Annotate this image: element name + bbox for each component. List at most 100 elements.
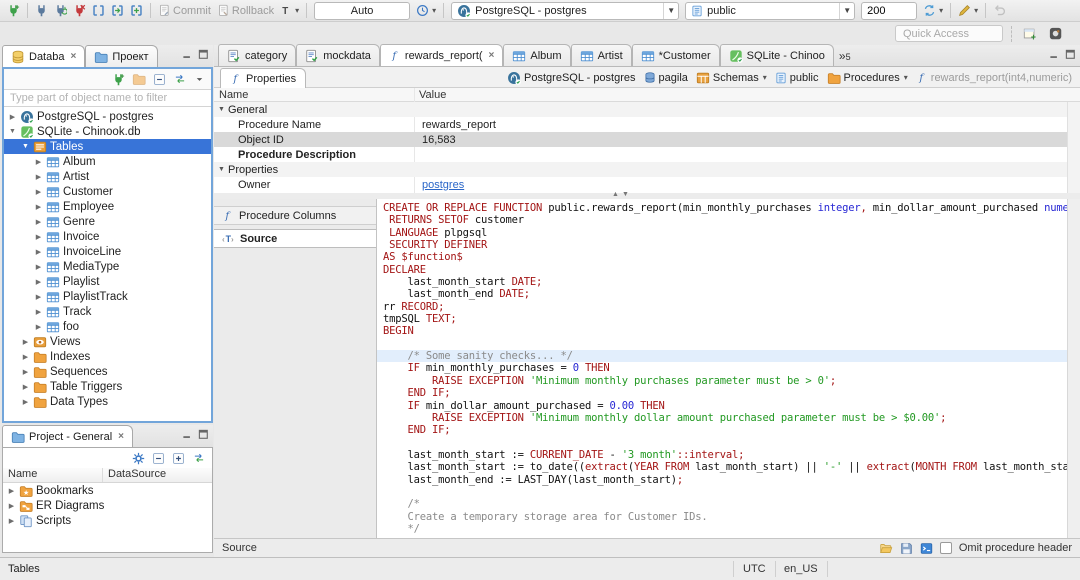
minimize-panel-icon[interactable]	[182, 49, 193, 60]
undo-button[interactable]	[990, 1, 1009, 20]
maximize-panel-icon[interactable]	[198, 429, 209, 440]
connect-button[interactable]	[32, 1, 51, 20]
tab-database-navigator[interactable]: Databa ×	[2, 45, 86, 67]
new-connection-button[interactable]: +	[4, 1, 23, 20]
project-collapse-all-icon[interactable]	[152, 452, 165, 465]
expand-arrow-icon[interactable]: ▶	[34, 263, 43, 271]
connection-dropdown-icon[interactable]: ▼	[663, 2, 678, 19]
source-code-viewer[interactable]: CREATE OR REPLACE FUNCTION public.reward…	[377, 199, 1067, 538]
tab-properties[interactable]: f Properties	[220, 68, 307, 88]
new-sql-editor-button[interactable]	[127, 1, 146, 20]
commit-mode-select[interactable]: Auto	[314, 1, 411, 20]
tree-item-indexes[interactable]: ▶ Indexes	[4, 349, 211, 364]
tree-item-table-triggers[interactable]: ▶ Table Triggers	[4, 379, 211, 394]
schema-dropdown-icon[interactable]: ▼	[839, 2, 854, 19]
new-project-folder-icon[interactable]	[132, 72, 146, 86]
tree-item-sequences[interactable]: ▶ Sequences	[4, 364, 211, 379]
tree-item-playlisttrack[interactable]: ▶ PlaylistTrack	[4, 289, 211, 304]
open-perspective-button[interactable]: +	[1020, 24, 1040, 43]
open-file-icon[interactable]	[879, 542, 893, 555]
omit-procedure-header-checkbox[interactable]	[939, 542, 952, 554]
expand-arrow-icon[interactable]: ▼	[8, 128, 17, 135]
code-scrollbar[interactable]	[1067, 199, 1080, 538]
column-header-datasource[interactable]: DataSource	[103, 468, 166, 482]
tree-item-invoice[interactable]: ▶ Invoice	[4, 229, 211, 244]
property-row-general[interactable]: ▼ General	[214, 102, 1080, 117]
tree-item-customer[interactable]: ▶ Customer	[4, 184, 211, 199]
sash-down-icon[interactable]: ▼	[622, 191, 629, 198]
expand-arrow-icon[interactable]: ▶	[7, 487, 16, 495]
breadcrumb-postgresql-postgres[interactable]: PostgreSQL - postgres	[507, 71, 636, 85]
expand-arrow-icon[interactable]: ▶	[34, 308, 43, 316]
collapse-all-icon[interactable]	[153, 73, 166, 86]
tab-projects[interactable]: Проект	[85, 45, 158, 67]
grid-scrollbar[interactable]	[1067, 102, 1080, 193]
tree-item-album[interactable]: ▶ Album	[4, 154, 211, 169]
expand-arrow-icon[interactable]: ▶	[21, 368, 30, 376]
invalidate-reconnect-button[interactable]	[51, 1, 70, 20]
sql-editor-button[interactable]	[89, 1, 108, 20]
expand-arrow-icon[interactable]: ▶	[34, 158, 43, 166]
subtab-procedure-columns[interactable]: f Procedure Columns	[214, 206, 376, 225]
console-icon[interactable]	[920, 542, 933, 555]
property-row-owner[interactable]: Owner postgres	[214, 177, 1080, 192]
tree-item-employee[interactable]: ▶ Employee	[4, 199, 211, 214]
expand-arrow-icon[interactable]: ▶	[21, 383, 30, 391]
grid-column-name[interactable]: Name	[219, 89, 248, 101]
maximize-panel-icon[interactable]	[198, 49, 209, 60]
editor-tab-artist[interactable]: Artist	[570, 44, 632, 66]
tree-item-tables[interactable]: ▼ Tables	[4, 139, 211, 154]
editor-tab-sqlite-chinoo[interactable]: SQLite - Chinoo	[719, 44, 834, 66]
expand-arrow-icon[interactable]: ▶	[34, 218, 43, 226]
minimize-panel-icon[interactable]	[182, 429, 193, 440]
expand-arrow-icon[interactable]: ▶	[34, 203, 43, 211]
timezone-indicator[interactable]: UTC	[733, 561, 776, 577]
project-item-er-diagrams[interactable]: ▶ ER Diagrams	[3, 498, 212, 513]
project-expand-all-icon[interactable]	[172, 452, 185, 465]
tree-item-invoiceline[interactable]: ▶ InvoiceLine	[4, 244, 211, 259]
property-row-procedure-name[interactable]: Procedure Name rewards_report	[214, 117, 1080, 132]
expand-arrow-icon[interactable]: ▶	[34, 173, 43, 181]
view-menu-icon[interactable]	[194, 74, 205, 85]
tab-project-general[interactable]: Project - General ×	[2, 425, 133, 447]
close-tab-icon[interactable]: ×	[70, 51, 76, 62]
property-row-object-id[interactable]: Object ID 16,583	[214, 132, 1080, 147]
expand-arrow-icon[interactable]: ▶	[34, 233, 43, 241]
expand-arrow-icon[interactable]: ▶	[21, 353, 30, 361]
expand-arrow-icon[interactable]: ▶	[34, 278, 43, 286]
close-tab-icon[interactable]: ×	[118, 431, 124, 442]
sql-console-button[interactable]	[108, 1, 127, 20]
project-settings-icon[interactable]	[132, 452, 145, 465]
expand-arrow-icon[interactable]: ▶	[34, 248, 43, 256]
expand-arrow-icon[interactable]: ▶	[21, 338, 30, 346]
commit-button[interactable]: Commit	[155, 1, 214, 20]
tree-item-artist[interactable]: ▶ Artist	[4, 169, 211, 184]
expand-arrow-icon[interactable]: ▼	[218, 166, 226, 173]
expand-arrow-icon[interactable]: ▶	[7, 502, 16, 510]
connection-select[interactable]: PostgreSQL - postgres ▼	[451, 1, 680, 20]
link-with-editor-icon[interactable]	[173, 73, 187, 85]
expand-arrow-icon[interactable]: ▶	[8, 113, 17, 121]
mock-data-button[interactable]: ▾	[955, 1, 981, 20]
tree-item-data-types[interactable]: ▶ Data Types	[4, 394, 211, 409]
expand-arrow-icon[interactable]: ▼	[218, 106, 226, 113]
property-row-properties[interactable]: ▼ Properties	[214, 162, 1080, 177]
transaction-history-button[interactable]: ▾	[413, 1, 439, 20]
tree-item-mediatype[interactable]: ▶ MediaType	[4, 259, 211, 274]
dbeaver-perspective-button[interactable]	[1046, 24, 1066, 43]
column-header-name[interactable]: Name	[3, 468, 103, 482]
expand-arrow-icon[interactable]: ▶	[21, 398, 30, 406]
locale-indicator[interactable]: en_US	[775, 561, 828, 577]
breadcrumb-pagila[interactable]: pagila	[644, 71, 688, 84]
expand-arrow-icon[interactable]: ▶	[34, 323, 43, 331]
save-file-icon[interactable]	[900, 542, 913, 555]
tree-item-postgresql-postgres[interactable]: ▶ PostgreSQL - postgres	[4, 109, 211, 124]
fetch-size-input[interactable]	[861, 1, 918, 20]
editor-tab-customer[interactable]: *Customer	[631, 44, 720, 66]
close-tab-icon[interactable]: ×	[489, 50, 495, 61]
editor-tab-mockdata[interactable]: mockdata	[296, 44, 380, 66]
editor-tab-album[interactable]: Album	[503, 44, 571, 66]
project-link-with-editor-icon[interactable]	[192, 452, 206, 464]
expand-arrow-icon[interactable]: ▼	[21, 143, 30, 150]
transaction-log-button[interactable]: T ▾	[277, 1, 302, 20]
